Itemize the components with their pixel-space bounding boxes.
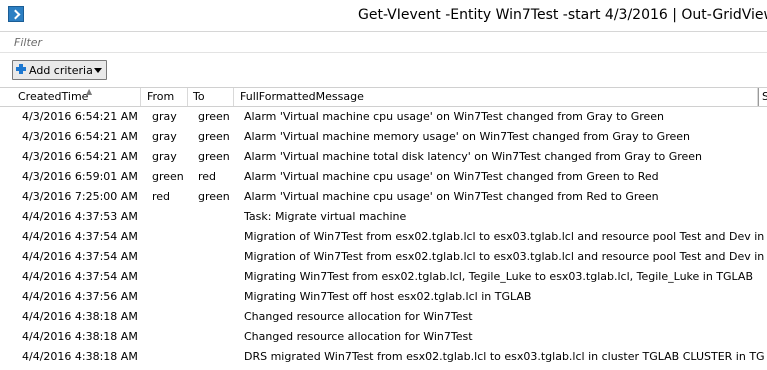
dropdown-arrow-icon [94,68,102,73]
column-header-label: From [147,90,175,103]
cell-createdtime: 4/4/2016 4:37:54 AM [22,250,138,263]
plus-icon [16,64,26,74]
cell-from: gray [152,110,177,123]
cell-createdtime: 4/4/2016 4:37:56 AM [22,290,138,303]
column-header-label: CreatedTime [18,90,89,103]
cell-message: Changed resource allocation for Win7Test [244,310,473,323]
cell-from: green [152,170,184,183]
table-row[interactable]: 4/4/2016 4:38:18 AM Changed resource all… [0,327,767,347]
cell-createdtime: 4/3/2016 6:54:21 AM [22,110,138,123]
cell-message: Task: Migrate virtual machine [244,210,407,223]
column-header-createdtime[interactable]: CreatedTime ▲ [13,88,141,106]
table-row[interactable]: 4/3/2016 6:54:21 AM gray green Alarm 'Vi… [0,127,767,147]
column-header-fullformattedmessage[interactable]: FullFormattedMessage [235,88,758,106]
table-row[interactable]: 4/4/2016 4:37:54 AM Migration of Win7Tes… [0,227,767,247]
cell-from [152,287,192,307]
cell-to [198,347,238,367]
cell-message: Alarm 'Virtual machine cpu usage' on Win… [244,190,659,203]
cell-to [198,287,238,307]
cell-message: Alarm 'Virtual machine memory usage' on … [244,130,690,143]
cell-from [152,267,192,287]
cell-message: DRS migrated Win7Test from esx02.tglab.l… [244,350,764,363]
cell-createdtime: 4/4/2016 4:38:18 AM [22,310,138,323]
table-row[interactable]: 4/4/2016 4:38:18 AM DRS migrated Win7Tes… [0,347,767,367]
table-row[interactable]: 4/4/2016 4:37:54 AM Migrating Win7Test f… [0,267,767,287]
powershell-icon [8,6,24,22]
cell-from [152,307,192,327]
cell-createdtime: 4/4/2016 4:38:18 AM [22,330,138,343]
cell-from [152,207,192,227]
table-row[interactable]: 4/4/2016 4:38:18 AM Changed resource all… [0,307,767,327]
grid-header: CreatedTime ▲ From To FullFormattedMessa… [0,87,767,107]
cell-message: Migration of Win7Test from esx02.tglab.l… [244,250,764,263]
cell-to: green [198,110,230,123]
cell-to: green [198,130,230,143]
table-row[interactable]: 4/4/2016 4:37:54 AM Migration of Win7Tes… [0,247,767,267]
cell-message: Changed resource allocation for Win7Test [244,330,473,343]
column-header-s[interactable]: S [758,88,767,106]
cell-createdtime: 4/4/2016 4:37:54 AM [22,270,138,283]
filter-bar[interactable]: Filter [0,32,767,53]
column-header-label: S [762,90,767,103]
cell-createdtime: 4/4/2016 4:38:18 AM [22,350,138,363]
cell-from [152,247,192,267]
column-header-label: FullFormattedMessage [240,90,364,103]
table-row[interactable]: 4/3/2016 6:54:21 AM gray green Alarm 'Vi… [0,147,767,167]
cell-to [198,227,238,247]
cell-from [152,327,192,347]
cell-to: green [198,150,230,163]
cell-to [198,207,238,227]
cell-to: green [198,190,230,203]
cell-createdtime: 4/3/2016 7:25:00 AM [22,190,138,203]
table-row[interactable]: 4/3/2016 6:59:01 AM green red Alarm 'Vir… [0,167,767,187]
cell-to [198,307,238,327]
cell-from: red [152,190,171,203]
table-row[interactable]: 4/4/2016 4:37:53 AM Task: Migrate virtua… [0,207,767,227]
cell-message: Migration of Win7Test from esx02.tglab.l… [244,230,764,243]
cell-message: Alarm 'Virtual machine total disk latenc… [244,150,703,163]
column-header-from[interactable]: From [142,88,188,106]
cell-createdtime: 4/4/2016 4:37:53 AM [22,210,138,223]
sort-ascending-icon: ▲ [86,87,93,96]
cell-createdtime: 4/3/2016 6:59:01 AM [22,170,138,183]
title-bar: Get-VIevent -Entity Win7Test -start 4/3/… [0,0,767,32]
cell-message: Migrating Win7Test off host esx02.tglab.… [244,290,532,303]
table-row[interactable]: 4/3/2016 6:54:21 AM gray green Alarm 'Vi… [0,107,767,127]
cell-to [198,327,238,347]
cell-message: Alarm 'Virtual machine cpu usage' on Win… [244,170,659,183]
table-row[interactable]: 4/4/2016 4:37:56 AM Migrating Win7Test o… [0,287,767,307]
grid-body: 4/3/2016 6:54:21 AM gray green Alarm 'Vi… [0,107,767,367]
add-criteria-button[interactable]: Add criteria [12,60,107,80]
column-header-label: To [193,90,205,103]
cell-from: gray [152,150,177,163]
window-title: Get-VIevent -Entity Win7Test -start 4/3/… [358,7,767,23]
cell-to [198,247,238,267]
filter-input[interactable]: Filter [14,36,42,49]
cell-createdtime: 4/4/2016 4:37:54 AM [22,230,138,243]
table-row[interactable]: 4/3/2016 7:25:00 AM red green Alarm 'Vir… [0,187,767,207]
cell-from [152,347,192,367]
cell-message: Migrating Win7Test from esx02.tglab.lcl,… [244,270,753,283]
cell-createdtime: 4/3/2016 6:54:21 AM [22,130,138,143]
cell-from: gray [152,130,177,143]
column-header-to[interactable]: To [188,88,234,106]
add-criteria-label: Add criteria [29,64,93,77]
cell-to: red [198,170,217,183]
cell-to [198,267,238,287]
cell-createdtime: 4/3/2016 6:54:21 AM [22,150,138,163]
cell-from [152,227,192,247]
cell-message: Alarm 'Virtual machine cpu usage' on Win… [244,110,665,123]
